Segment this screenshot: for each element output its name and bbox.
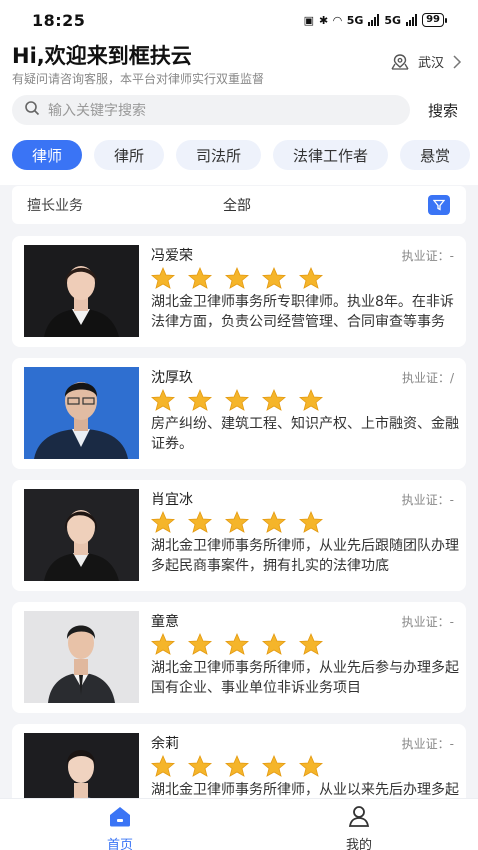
nav-mine-label: 我的 [345,838,372,850]
star-icon [188,633,212,655]
header-subtitle: 有疑问请咨询客服，本平台对律师实行双重监督 [12,72,265,86]
star-icon [299,267,323,289]
greeting-title: Hi,欢迎来到框扶云 [12,44,192,68]
license-number: 执业证：- [401,615,454,629]
rating-stars [151,755,323,777]
license-number: 执业证：- [401,249,454,263]
nav-mine[interactable]: 我的 [319,805,399,850]
rating-stars [151,633,323,655]
bottom-nav: 首页 我的 [0,798,478,850]
star-icon [262,267,286,289]
lawyer-photo [24,611,139,703]
lawyer-photo [24,367,139,459]
star-icon [262,633,286,655]
network-type-2: 5G [384,13,402,27]
star-icon [225,633,249,655]
lawyer-name: 肖宜冰 [151,492,193,508]
category-tabs: 律师 律所 司法所 法律工作者 悬赏 [12,140,471,170]
signal-1-icon [368,14,380,26]
battery-icon: 99 [422,13,447,27]
lawyer-card[interactable]: 沈厚玖 执业证：/ 房产纠纷、建筑工程、知识产权、上市融资、金融证券。 [12,358,466,469]
rating-stars [151,511,323,533]
lawyer-photo [24,489,139,581]
tab-legal-worker[interactable]: 法律工作者 [273,140,389,170]
search-input[interactable]: 输入关键字搜索 [12,95,410,125]
star-icon [299,755,323,777]
home-icon [108,805,132,831]
location-city: 武汉 [417,56,444,71]
lawyer-name: 冯爱荣 [151,248,193,264]
star-icon [188,755,212,777]
star-icon [225,267,249,289]
tab-judicial-office[interactable]: 司法所 [176,140,262,170]
lawyer-description: 湖北金卫律师事务所律师，从业先后参与办理多起国有企业、事业单位非诉业务项目 [151,660,459,696]
star-icon [188,389,212,411]
star-icon [151,511,175,533]
lawyer-photo [24,245,139,337]
star-icon [225,389,249,411]
lawyer-description: 湖北金卫律师事务所专职律师。执业8年。在非诉法律方面，负责公司经营管理、合同审查… [151,294,454,330]
filter-value[interactable]: 全部 [223,195,251,215]
search-button[interactable]: 搜索 [428,100,458,121]
chevron-right-icon [452,54,462,69]
status-icons: ▣ ✱ ◠ 5G 5G 99 [304,13,448,27]
nfc-icon: ▣ [303,13,315,27]
star-icon [299,511,323,533]
star-icon [225,511,249,533]
map-pin-icon [390,53,410,70]
status-time: 18:25 [32,10,86,30]
lawyer-description: 湖北金卫律师事务所律师，从业先后跟随团队办理多起民商事案件，拥有扎实的法律功底 [151,538,459,574]
star-icon [188,511,212,533]
lawyer-card[interactable]: 冯爱荣 执业证：- 湖北金卫律师事务所专职律师。执业8年。在非诉法律方面，负责公… [12,236,466,347]
lawyer-name: 沈厚玖 [151,370,193,386]
nav-home-label: 首页 [106,838,133,850]
star-icon [151,633,175,655]
tab-bounty[interactable]: 悬赏 [400,140,471,170]
wifi-icon: ◠ [333,13,342,27]
star-icon [262,755,286,777]
star-icon [188,267,212,289]
rating-stars [151,389,323,411]
header: Hi,欢迎来到框扶云 有疑问请咨询客服，本平台对律师实行双重监督 武汉 输入关键… [0,40,478,185]
filter-icon[interactable] [428,195,450,215]
lawyer-name: 童意 [151,614,179,630]
star-icon [262,511,286,533]
lawyer-description: 房产纠纷、建筑工程、知识产权、上市融资、金融证券。 [151,416,459,452]
network-type-1: 5G [346,13,364,27]
bluetooth-icon: ✱ [319,13,329,27]
lawyer-card[interactable]: 肖宜冰 执业证：- 湖北金卫律师事务所律师，从业先后跟随团队办理多起民商事案件，… [12,480,466,591]
nav-home[interactable]: 首页 [80,805,160,850]
signal-2-icon [406,14,418,26]
user-icon [347,805,371,831]
star-icon [299,633,323,655]
star-icon [151,389,175,411]
search-icon [24,100,40,120]
tab-lawyer[interactable]: 律师 [12,140,83,170]
star-icon [151,267,175,289]
license-number: 执业证：/ [401,371,454,385]
license-number: 执业证：- [401,737,454,751]
star-icon [262,389,286,411]
lawyer-card[interactable]: 童意 执业证：- 湖北金卫律师事务所律师，从业先后参与办理多起国有企业、事业单位… [12,602,466,713]
star-icon [299,389,323,411]
license-number: 执业证：- [401,493,454,507]
star-icon [151,755,175,777]
status-bar: 18:25 ▣ ✱ ◠ 5G 5G 99 [0,0,478,40]
star-icon [225,755,249,777]
lawyer-name: 余莉 [151,736,179,752]
expertise-filter[interactable]: 擅长业务 全部 [12,186,466,224]
search-placeholder: 输入关键字搜索 [48,103,146,119]
rating-stars [151,267,323,289]
tab-law-firm[interactable]: 律所 [94,140,165,170]
location-selector[interactable]: 武汉 [390,52,462,71]
filter-label: 擅长业务 [27,198,83,214]
